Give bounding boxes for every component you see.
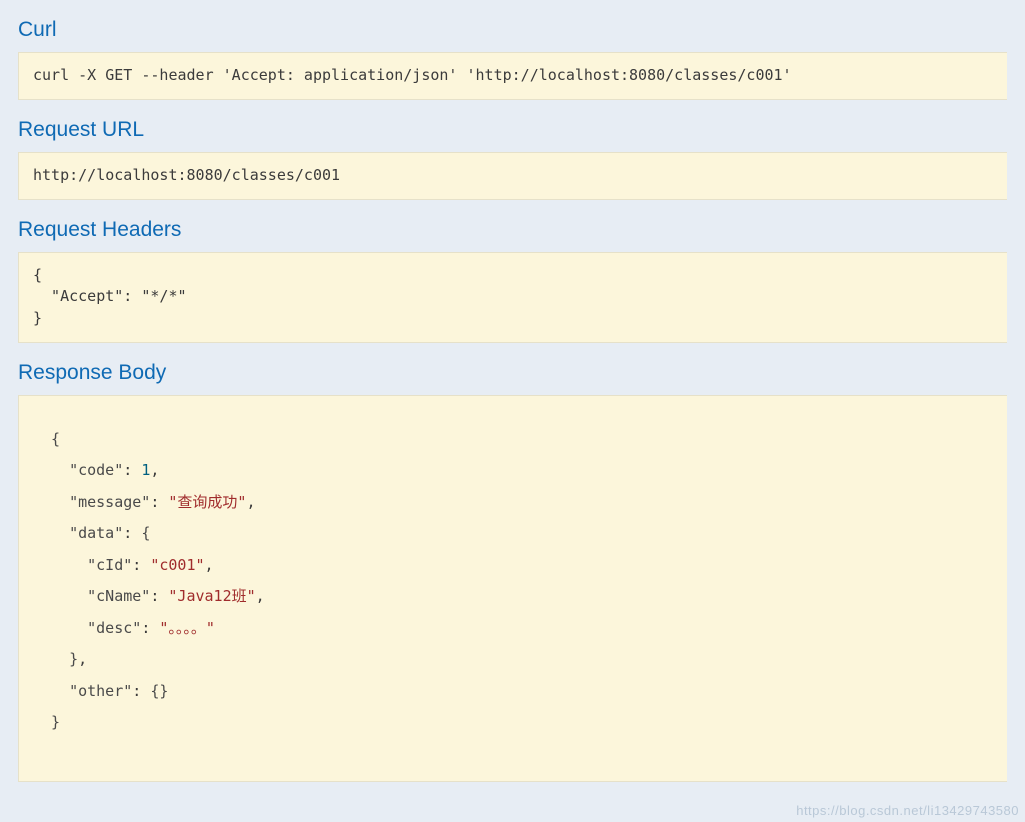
watermark: https://blog.csdn.net/li13429743580 bbox=[796, 803, 1019, 818]
section-title-request-headers: Request Headers bbox=[18, 218, 1007, 242]
request-url-codebox[interactable]: http://localhost:8080/classes/c001 bbox=[18, 152, 1007, 200]
request-headers-codebox[interactable]: { "Accept": "*/*" } bbox=[18, 252, 1007, 343]
response-body-codebox[interactable]: { "code": 1, "message": "查询成功", "data": … bbox=[18, 395, 1007, 782]
section-title-curl: Curl bbox=[18, 18, 1007, 42]
curl-codebox[interactable]: curl -X GET --header 'Accept: applicatio… bbox=[18, 52, 1007, 100]
section-title-request-url: Request URL bbox=[18, 118, 1007, 142]
section-title-response-body: Response Body bbox=[18, 361, 1007, 385]
